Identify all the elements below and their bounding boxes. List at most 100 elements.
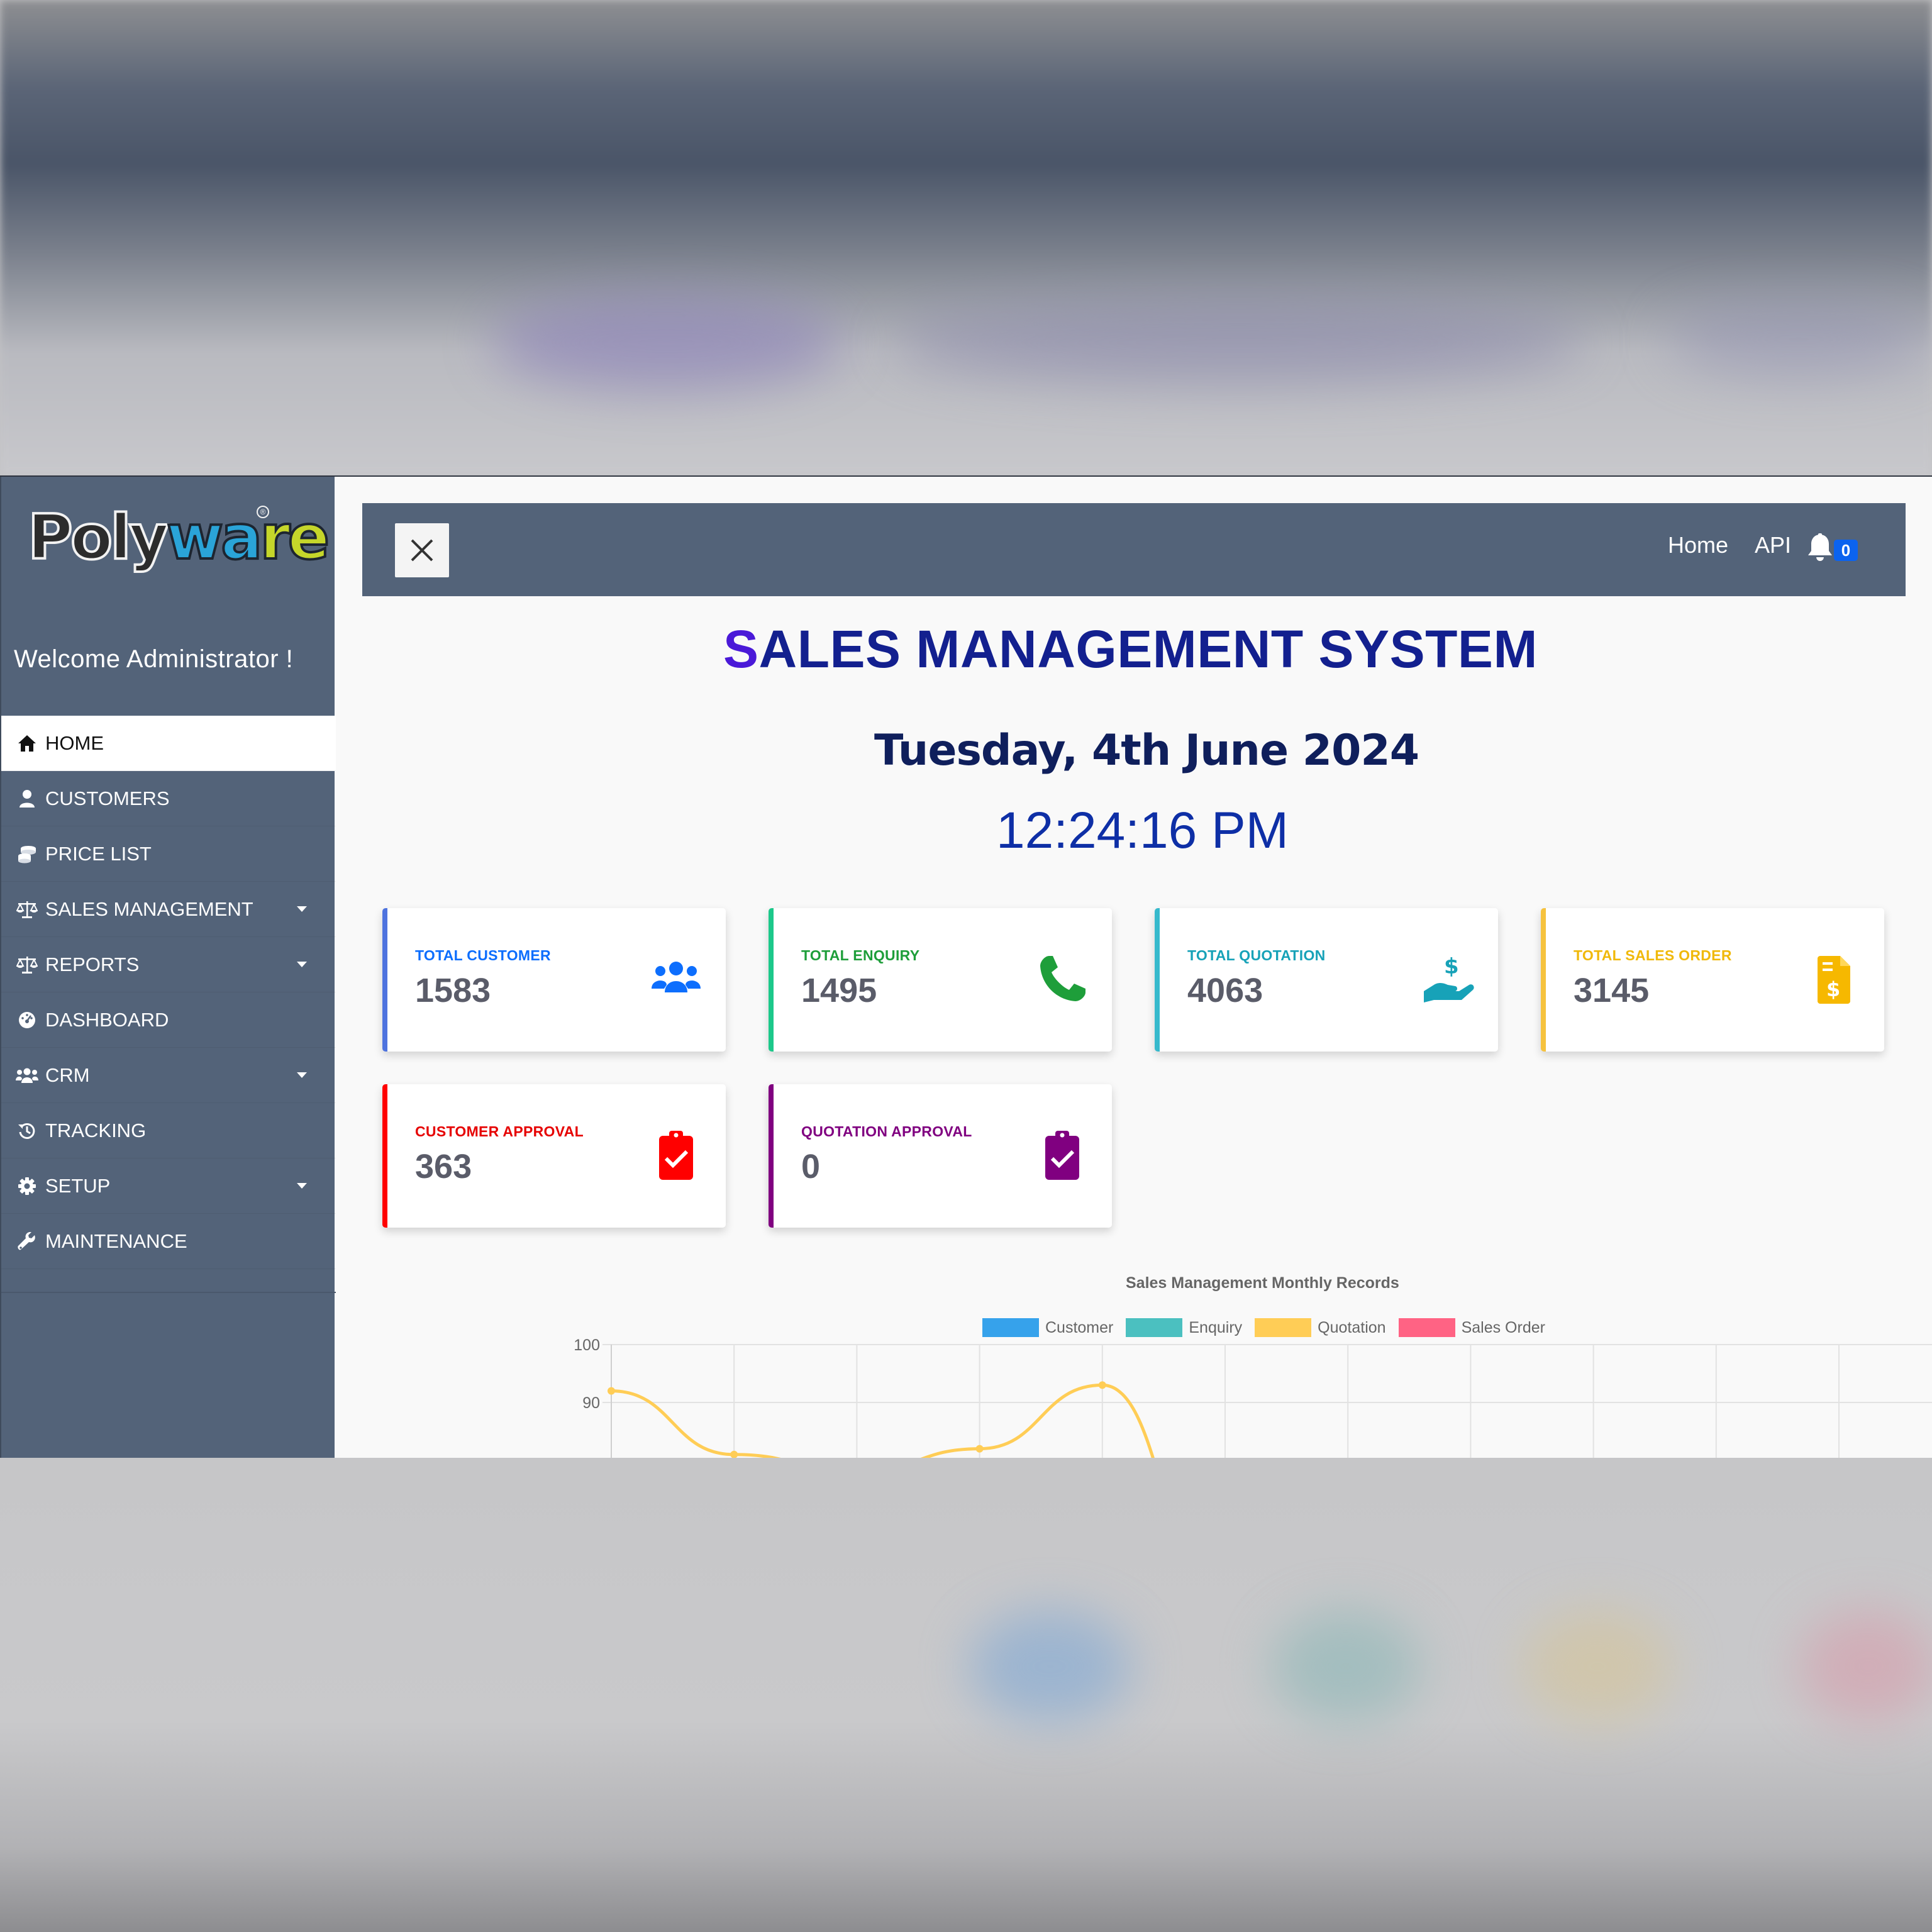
card-value: 3145 <box>1574 972 1650 1009</box>
sidebar-item-label: DASHBOARD <box>45 1008 169 1031</box>
card-value: 0 <box>801 1148 821 1185</box>
wrench-icon <box>15 1230 39 1253</box>
chevron-down-icon <box>297 906 307 912</box>
sidebar-item-label: REPORTS <box>45 953 140 975</box>
data-point-quotation <box>975 1445 984 1453</box>
card-value: 4063 <box>1187 972 1263 1009</box>
sidebar-item-crm[interactable]: CRM <box>1 1048 336 1103</box>
card-label: CUSTOMER APPROVAL <box>415 1123 584 1140</box>
legend-label: Customer <box>1045 1318 1114 1336</box>
blurred-shape <box>1270 1610 1421 1723</box>
legend-swatch <box>1255 1318 1312 1337</box>
app-screen: Polyware ® Welcome Administrator ! HOME … <box>0 475 1932 1458</box>
phone-icon <box>1040 956 1085 1001</box>
card-total-sales-order[interactable]: TOTAL SALES ORDER 3145 $ <box>1541 908 1884 1052</box>
sidebar-item-label: HOME <box>45 731 104 754</box>
gear-icon <box>15 1175 39 1197</box>
home-icon <box>15 732 39 755</box>
sidebar-divider <box>1 1292 336 1293</box>
blurred-background-top <box>0 0 1932 475</box>
bell-icon[interactable] <box>1806 533 1834 562</box>
card-customer-approval[interactable]: CUSTOMER APPROVAL 363 <box>382 1084 726 1228</box>
card-label: TOTAL QUOTATION <box>1187 947 1326 963</box>
card-total-enquiry[interactable]: TOTAL ENQUIRY 1495 <box>769 908 1112 1052</box>
dashboard-icon <box>15 1009 39 1031</box>
chart-legend: Customer Enquiry Quotation Sales Order <box>982 1318 1558 1337</box>
balance-scale-icon <box>15 953 39 976</box>
chevron-down-icon <box>297 1072 307 1078</box>
svg-text:$: $ <box>1826 977 1840 1001</box>
sidebar-item-home[interactable]: HOME <box>1 716 336 771</box>
card-value: 363 <box>415 1148 472 1185</box>
card-label: QUOTATION APPROVAL <box>801 1123 972 1140</box>
sidebar-item-label: PRICE LIST <box>45 842 152 865</box>
card-total-customer[interactable]: TOTAL CUSTOMER 1583 <box>382 908 726 1052</box>
card-label: TOTAL SALES ORDER <box>1574 947 1732 963</box>
series-line-quotation <box>611 1383 1155 1458</box>
card-value: 1495 <box>801 972 877 1009</box>
blurred-shape <box>969 1610 1132 1723</box>
legend-label: Quotation <box>1318 1318 1386 1336</box>
sidebar-item-customers[interactable]: CUSTOMERS <box>1 771 336 826</box>
blurred-shape <box>893 302 1585 384</box>
sidebar-item-label: SALES MANAGEMENT <box>45 897 253 920</box>
legend-label: Enquiry <box>1189 1318 1243 1336</box>
sidebar-item-tracking[interactable]: TRACKING <box>1 1103 336 1158</box>
logo-text-re: re <box>258 502 331 574</box>
sidebar-item-maintenance[interactable]: MAINTENANCE <box>1 1214 336 1269</box>
hand-dollar-icon: $ <box>1424 954 1474 1002</box>
chart-title: Sales Management Monthly Records <box>1126 1274 1399 1292</box>
registered-mark: ® <box>257 506 269 518</box>
svg-text:$: $ <box>1444 954 1459 979</box>
history-icon <box>15 1119 39 1142</box>
card-total-quotation[interactable]: TOTAL QUOTATION 4063 $ <box>1155 908 1498 1052</box>
sidebar: Polyware ® Welcome Administrator ! HOME … <box>0 477 336 1458</box>
users-icon <box>652 962 701 992</box>
user-icon <box>15 787 39 810</box>
card-value: 1583 <box>415 972 491 1009</box>
sidebar-item-label: CUSTOMERS <box>45 787 170 809</box>
card-quotation-approval[interactable]: QUOTATION APPROVAL 0 <box>769 1084 1112 1228</box>
sidebar-item-price-list[interactable]: PRICE LIST <box>1 826 336 882</box>
welcome-message: Welcome Administrator ! <box>14 645 294 673</box>
blurred-shape <box>1667 302 1931 377</box>
balance-scale-icon <box>15 898 39 921</box>
current-time: 12:24:16 PM <box>996 802 1289 859</box>
y-tick-label: 90 <box>582 1394 600 1412</box>
data-point-quotation <box>608 1387 615 1395</box>
top-navbar: Home API 0 <box>362 503 1906 596</box>
page-title-rest: ALES MANAGEMENT SYSTEM <box>758 619 1538 679</box>
card-label: TOTAL CUSTOMER <box>415 947 551 963</box>
sidebar-item-label: SETUP <box>45 1174 111 1197</box>
monthly-records-chart: 100 90 <box>574 1338 1932 1458</box>
chevron-down-icon <box>297 962 307 967</box>
coins-icon <box>15 843 39 865</box>
data-point-quotation <box>1098 1381 1106 1389</box>
nav-link-api[interactable]: API <box>1755 532 1791 558</box>
legend-item-enquiry[interactable]: Enquiry <box>1126 1318 1242 1337</box>
chevron-down-icon <box>297 1183 307 1189</box>
close-sidebar-button[interactable] <box>395 523 449 577</box>
legend-swatch <box>1398 1318 1455 1337</box>
users-icon <box>15 1064 39 1087</box>
polyware-logo: Polyware ® <box>26 502 331 574</box>
clipboard-check-icon <box>659 1131 693 1180</box>
sidebar-item-reports[interactable]: REPORTS <box>1 937 336 992</box>
legend-swatch <box>982 1318 1039 1337</box>
sidebar-item-setup[interactable]: SETUP <box>1 1158 336 1214</box>
card-label: TOTAL ENQUIRY <box>801 947 920 963</box>
clipboard-check-icon <box>1045 1131 1079 1180</box>
logo-text-wa: wa <box>165 502 264 574</box>
sidebar-item-label: MAINTENANCE <box>45 1230 187 1252</box>
nav-link-home[interactable]: Home <box>1668 532 1728 558</box>
current-date: Tuesday, 4th June 2024 <box>874 726 1419 775</box>
logo-text-poly: Poly <box>26 502 170 574</box>
legend-item-sales-order[interactable]: Sales Order <box>1398 1318 1545 1337</box>
y-tick-label: 100 <box>574 1338 600 1354</box>
invoice-dollar-icon: $ <box>1818 956 1850 1004</box>
sidebar-item-dashboard[interactable]: DASHBOARD <box>1 992 336 1048</box>
sidebar-item-sales-management[interactable]: SALES MANAGEMENT <box>1 882 336 937</box>
legend-item-customer[interactable]: Customer <box>982 1318 1113 1337</box>
page-title-first-letter: S <box>723 619 759 679</box>
legend-item-quotation[interactable]: Quotation <box>1255 1318 1386 1337</box>
